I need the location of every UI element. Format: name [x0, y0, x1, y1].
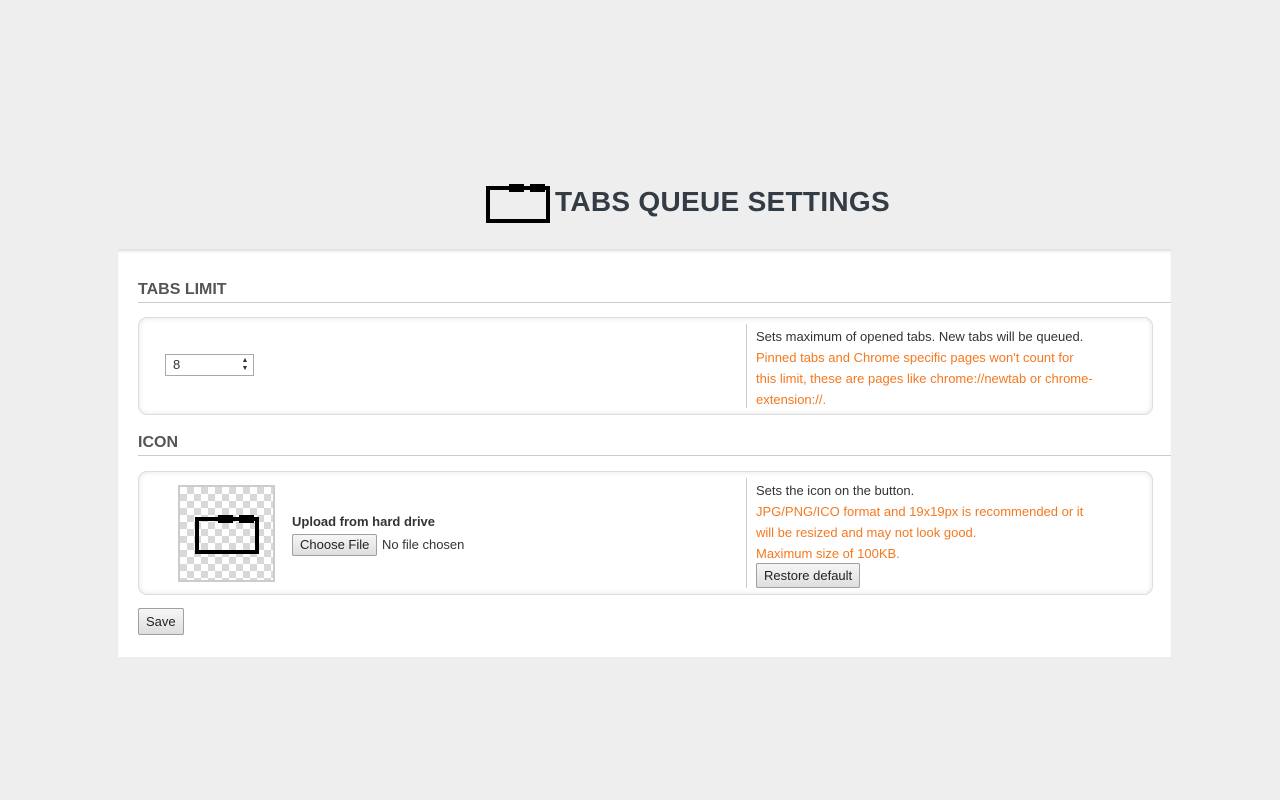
spin-down-icon[interactable]: ▼ [240, 365, 250, 373]
restore-default-button[interactable]: Restore default [756, 563, 861, 588]
page-title: TABS QUEUE SETTINGS [555, 186, 890, 217]
spinner-buttons[interactable]: ▲ ▼ [240, 357, 250, 373]
icon-preview [178, 485, 275, 582]
tabs-limit-description: Sets maximum of opened tabs. New tabs wi… [756, 326, 1096, 410]
save-button[interactable]: Save [138, 608, 184, 635]
icon-format-note: JPG/PNG/ICO format and 19x19px is recomm… [756, 504, 1084, 540]
settings-panel: TABS LIMIT 8 ▲ ▼ Sets maximum of opened … [118, 249, 1171, 657]
divider [746, 478, 747, 588]
tabs-limit-input[interactable]: 8 ▲ ▼ [165, 354, 254, 376]
tabs-limit-value: 8 [173, 357, 181, 372]
section-title-tabs-limit: TABS LIMIT [138, 281, 1171, 303]
icon-box: Upload from hard drive Choose File No fi… [138, 471, 1153, 595]
icon-desc-text: Sets the icon on the button. [756, 483, 915, 498]
divider [746, 324, 747, 408]
tabs-queue-icon [486, 184, 550, 223]
choose-file-button[interactable]: Choose File [292, 534, 378, 556]
tabs-limit-note: Pinned tabs and Chrome specific pages wo… [756, 350, 1093, 407]
icon-description: Sets the icon on the button. JPG/PNG/ICO… [756, 480, 1096, 564]
upload-label: Upload from hard drive [292, 514, 436, 529]
tabs-limit-desc-text: Sets maximum of opened tabs. New tabs wi… [756, 329, 1084, 344]
tabs-queue-icon [195, 515, 259, 554]
page-header: TABS QUEUE SETTINGS [0, 182, 1280, 224]
tabs-limit-box: 8 ▲ ▼ Sets maximum of opened tabs. New t… [138, 317, 1153, 415]
file-status: No file chosen [382, 537, 465, 552]
spin-up-icon[interactable]: ▲ [240, 357, 250, 365]
section-title-icon: ICON [138, 434, 1171, 456]
icon-size-note: Maximum size of 100KB. [756, 546, 900, 561]
